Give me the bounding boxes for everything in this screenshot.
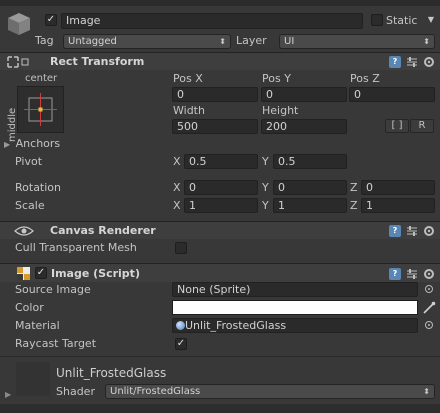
rect-transform-header[interactable]: Rect Transform ? xyxy=(0,52,440,70)
rect-transform-icon xyxy=(6,55,32,69)
rotation-x-field[interactable]: 0 xyxy=(184,180,258,195)
eye-icon xyxy=(14,224,34,238)
col-header-pos-z: Pos Z xyxy=(350,72,380,85)
image-script-title: Image (Script) xyxy=(51,267,140,280)
tab-strip xyxy=(0,0,440,6)
anchor-presets-button[interactable] xyxy=(17,86,64,133)
help-icon[interactable]: ? xyxy=(389,56,401,68)
shader-label: Shader xyxy=(56,385,95,398)
anchor-top-label: center xyxy=(25,73,58,84)
material-foldout-arrow[interactable]: ▶ xyxy=(5,390,11,399)
height-field[interactable]: 200 xyxy=(261,119,347,134)
raycast-target-label: Raycast Target xyxy=(15,337,97,350)
scale-z-axis: Z xyxy=(350,199,358,212)
divider xyxy=(0,356,440,357)
help-icon[interactable]: ? xyxy=(389,225,401,237)
image-enabled-toggle[interactable]: ✓ xyxy=(35,267,47,279)
rotation-label: Rotation xyxy=(15,181,62,194)
anchors-label: Anchors xyxy=(15,137,61,150)
chevron-updown-icon: ⬍ xyxy=(219,37,226,46)
scale-x-axis: X xyxy=(173,199,181,212)
scale-x-field[interactable]: 1 xyxy=(184,198,258,213)
tag-dropdown[interactable]: Untagged ⬍ xyxy=(63,34,231,49)
anchors-foldout[interactable]: ▶ Anchors xyxy=(4,137,60,152)
material-field[interactable]: Unlit_FrostedGlass xyxy=(172,318,418,333)
name-field[interactable]: Image xyxy=(61,13,363,29)
material-value: Unlit_FrostedGlass xyxy=(185,319,287,332)
shader-dropdown[interactable]: Unlit/FrostedGlass ⬍ xyxy=(105,384,435,399)
static-label: Static xyxy=(386,14,418,27)
settings-gear-icon[interactable] xyxy=(423,268,435,280)
color-swatch[interactable] xyxy=(172,300,418,315)
rotation-z-axis: Z xyxy=(350,181,358,194)
color-label: Color xyxy=(15,301,44,314)
material-preview-icon xyxy=(16,362,50,396)
pos-y-field[interactable]: 0 xyxy=(261,87,347,102)
layer-value: UI xyxy=(284,36,295,47)
preset-icon[interactable] xyxy=(406,225,418,237)
rotation-y-axis: Y xyxy=(262,181,269,194)
layer-dropdown[interactable]: UI ⬍ xyxy=(279,34,435,49)
gameobject-icon xyxy=(6,11,32,37)
rotation-y-field[interactable]: 0 xyxy=(273,180,347,195)
width-field[interactable]: 500 xyxy=(172,119,258,134)
pivot-label: Pivot xyxy=(15,155,43,168)
canvas-renderer-title: Canvas Renderer xyxy=(50,224,156,237)
bottom-bar xyxy=(0,404,440,413)
col-header-pos-x: Pos X xyxy=(173,72,203,85)
object-picker-icon[interactable] xyxy=(424,320,434,330)
chevron-right-icon: ▶ xyxy=(4,140,11,149)
rect-transform-title: Rect Transform xyxy=(50,55,145,68)
scale-y-axis: Y xyxy=(262,199,269,212)
raycast-target-checkbox[interactable]: ✓ xyxy=(175,338,187,350)
width-label: Width xyxy=(173,104,205,117)
tag-label: Tag xyxy=(35,34,54,47)
layer-label: Layer xyxy=(236,34,267,47)
pos-x-field[interactable]: 0 xyxy=(172,87,258,102)
static-checkbox[interactable] xyxy=(371,14,383,26)
raw-edit-button[interactable]: R xyxy=(410,119,434,133)
shader-value: Unlit/FrostedGlass xyxy=(110,386,201,397)
rotation-z-field[interactable]: 0 xyxy=(361,180,435,195)
canvas-renderer-header[interactable]: Canvas Renderer ? xyxy=(0,221,440,239)
rotation-x-axis: X xyxy=(173,181,181,194)
pivot-y-axis: Y xyxy=(262,155,269,168)
tag-value: Untagged xyxy=(68,36,117,47)
chevron-down-icon: ▼ xyxy=(427,15,434,24)
source-image-field[interactable]: None (Sprite) xyxy=(172,282,418,297)
chevron-updown-icon: ⬍ xyxy=(423,387,430,396)
chevron-updown-icon: ⬍ xyxy=(423,37,430,46)
height-label: Height xyxy=(262,104,299,117)
image-component-icon xyxy=(17,267,30,280)
material-name-title: Unlit_FrostedGlass xyxy=(56,366,167,380)
active-toggle[interactable]: ✓ xyxy=(45,14,57,26)
material-sphere-icon xyxy=(176,321,185,330)
eyedropper-icon[interactable] xyxy=(422,301,436,315)
scale-label: Scale xyxy=(15,199,45,212)
settings-gear-icon[interactable] xyxy=(423,56,435,68)
pivot-x-field[interactable]: 0.5 xyxy=(184,154,258,169)
scale-z-field[interactable]: 1 xyxy=(361,198,435,213)
preset-icon[interactable] xyxy=(406,268,418,280)
cull-transparent-checkbox[interactable] xyxy=(175,242,187,254)
pivot-x-axis: X xyxy=(173,155,181,168)
cull-transparent-label: Cull Transparent Mesh xyxy=(15,241,137,254)
object-picker-icon[interactable] xyxy=(424,284,434,294)
blueprint-mode-button[interactable]: [ ] xyxy=(385,119,409,133)
image-script-header[interactable]: ✓ Image (Script) ? xyxy=(0,263,440,282)
static-dropdown[interactable]: ▼ xyxy=(424,13,438,28)
pivot-y-field[interactable]: 0.5 xyxy=(273,154,347,169)
col-header-pos-y: Pos Y xyxy=(262,72,291,85)
help-icon[interactable]: ? xyxy=(389,268,401,280)
scale-y-field[interactable]: 1 xyxy=(273,198,347,213)
settings-gear-icon[interactable] xyxy=(423,225,435,237)
pos-z-field[interactable]: 0 xyxy=(349,87,435,102)
source-image-label: Source Image xyxy=(15,283,91,296)
material-label: Material xyxy=(15,319,60,332)
preset-icon[interactable] xyxy=(406,56,418,68)
